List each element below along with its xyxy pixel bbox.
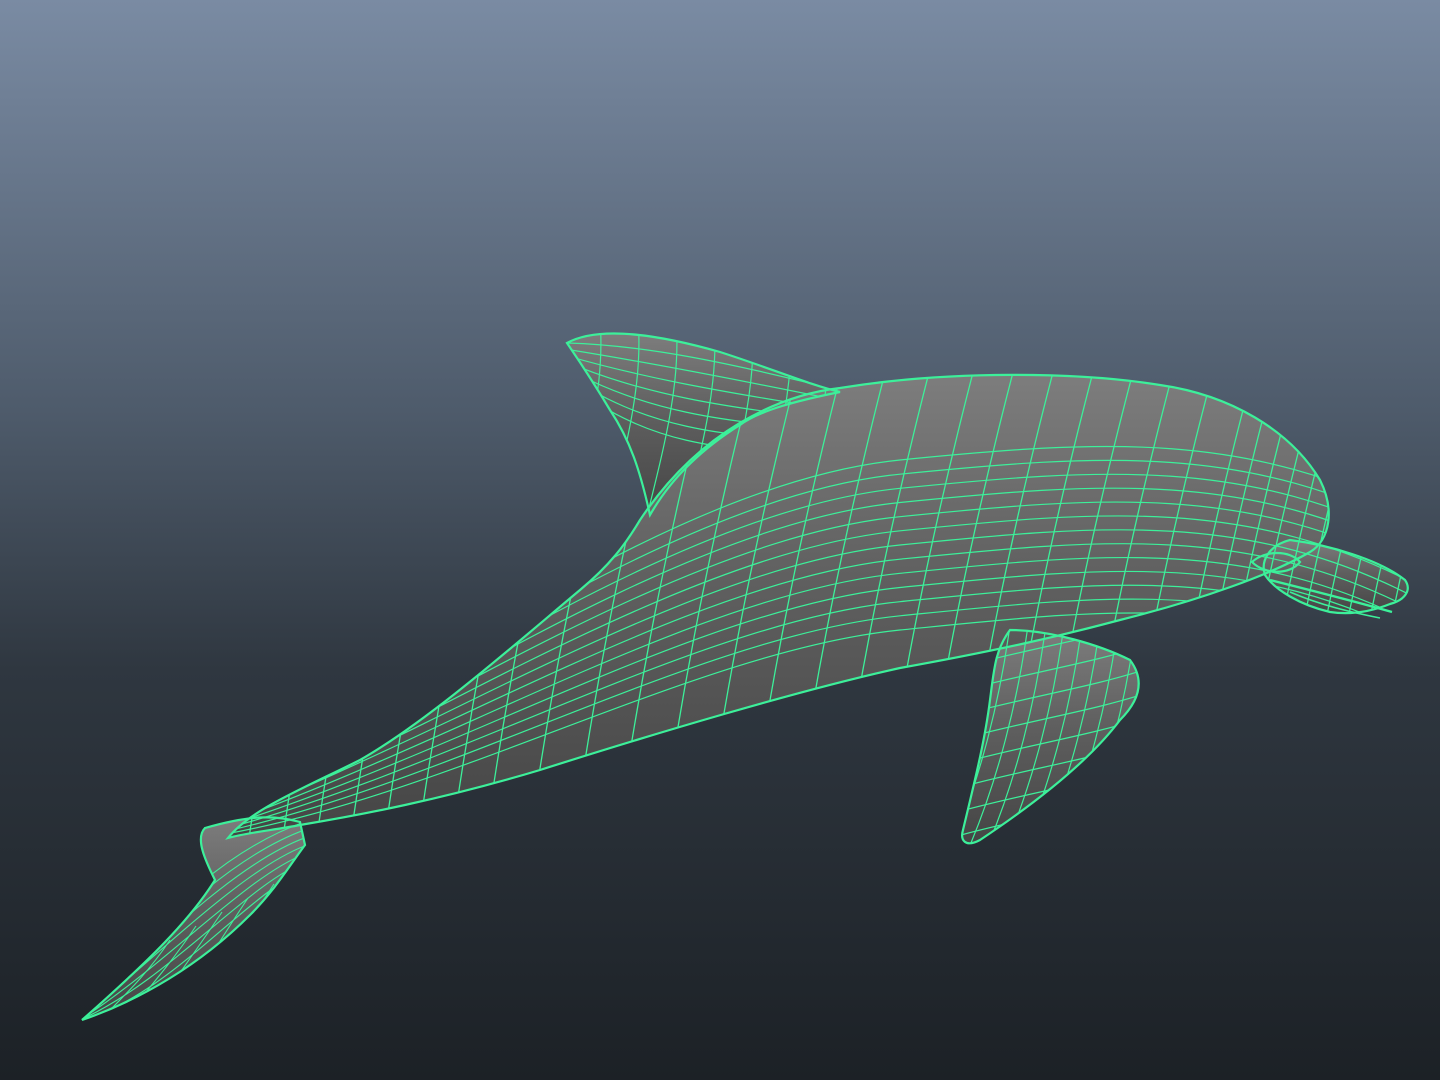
- wire-ring: [329, 374, 461, 838]
- 3d-viewport[interactable]: [0, 0, 1440, 1080]
- wire-ring: [1317, 374, 1408, 838]
- wire-ring: [261, 374, 393, 838]
- wire-ring: [1339, 374, 1408, 838]
- wire-ring: [1295, 374, 1408, 838]
- wire-ring: [295, 374, 427, 838]
- dolphin-model[interactable]: [0, 0, 1440, 1080]
- wire-ring: [1229, 374, 1361, 838]
- wire-ring: [363, 374, 495, 838]
- wire-ring: [1251, 374, 1383, 838]
- tail-wire: [291, 841, 305, 969]
- wire-ring: [1273, 374, 1405, 838]
- dolphin-body: [228, 374, 1329, 838]
